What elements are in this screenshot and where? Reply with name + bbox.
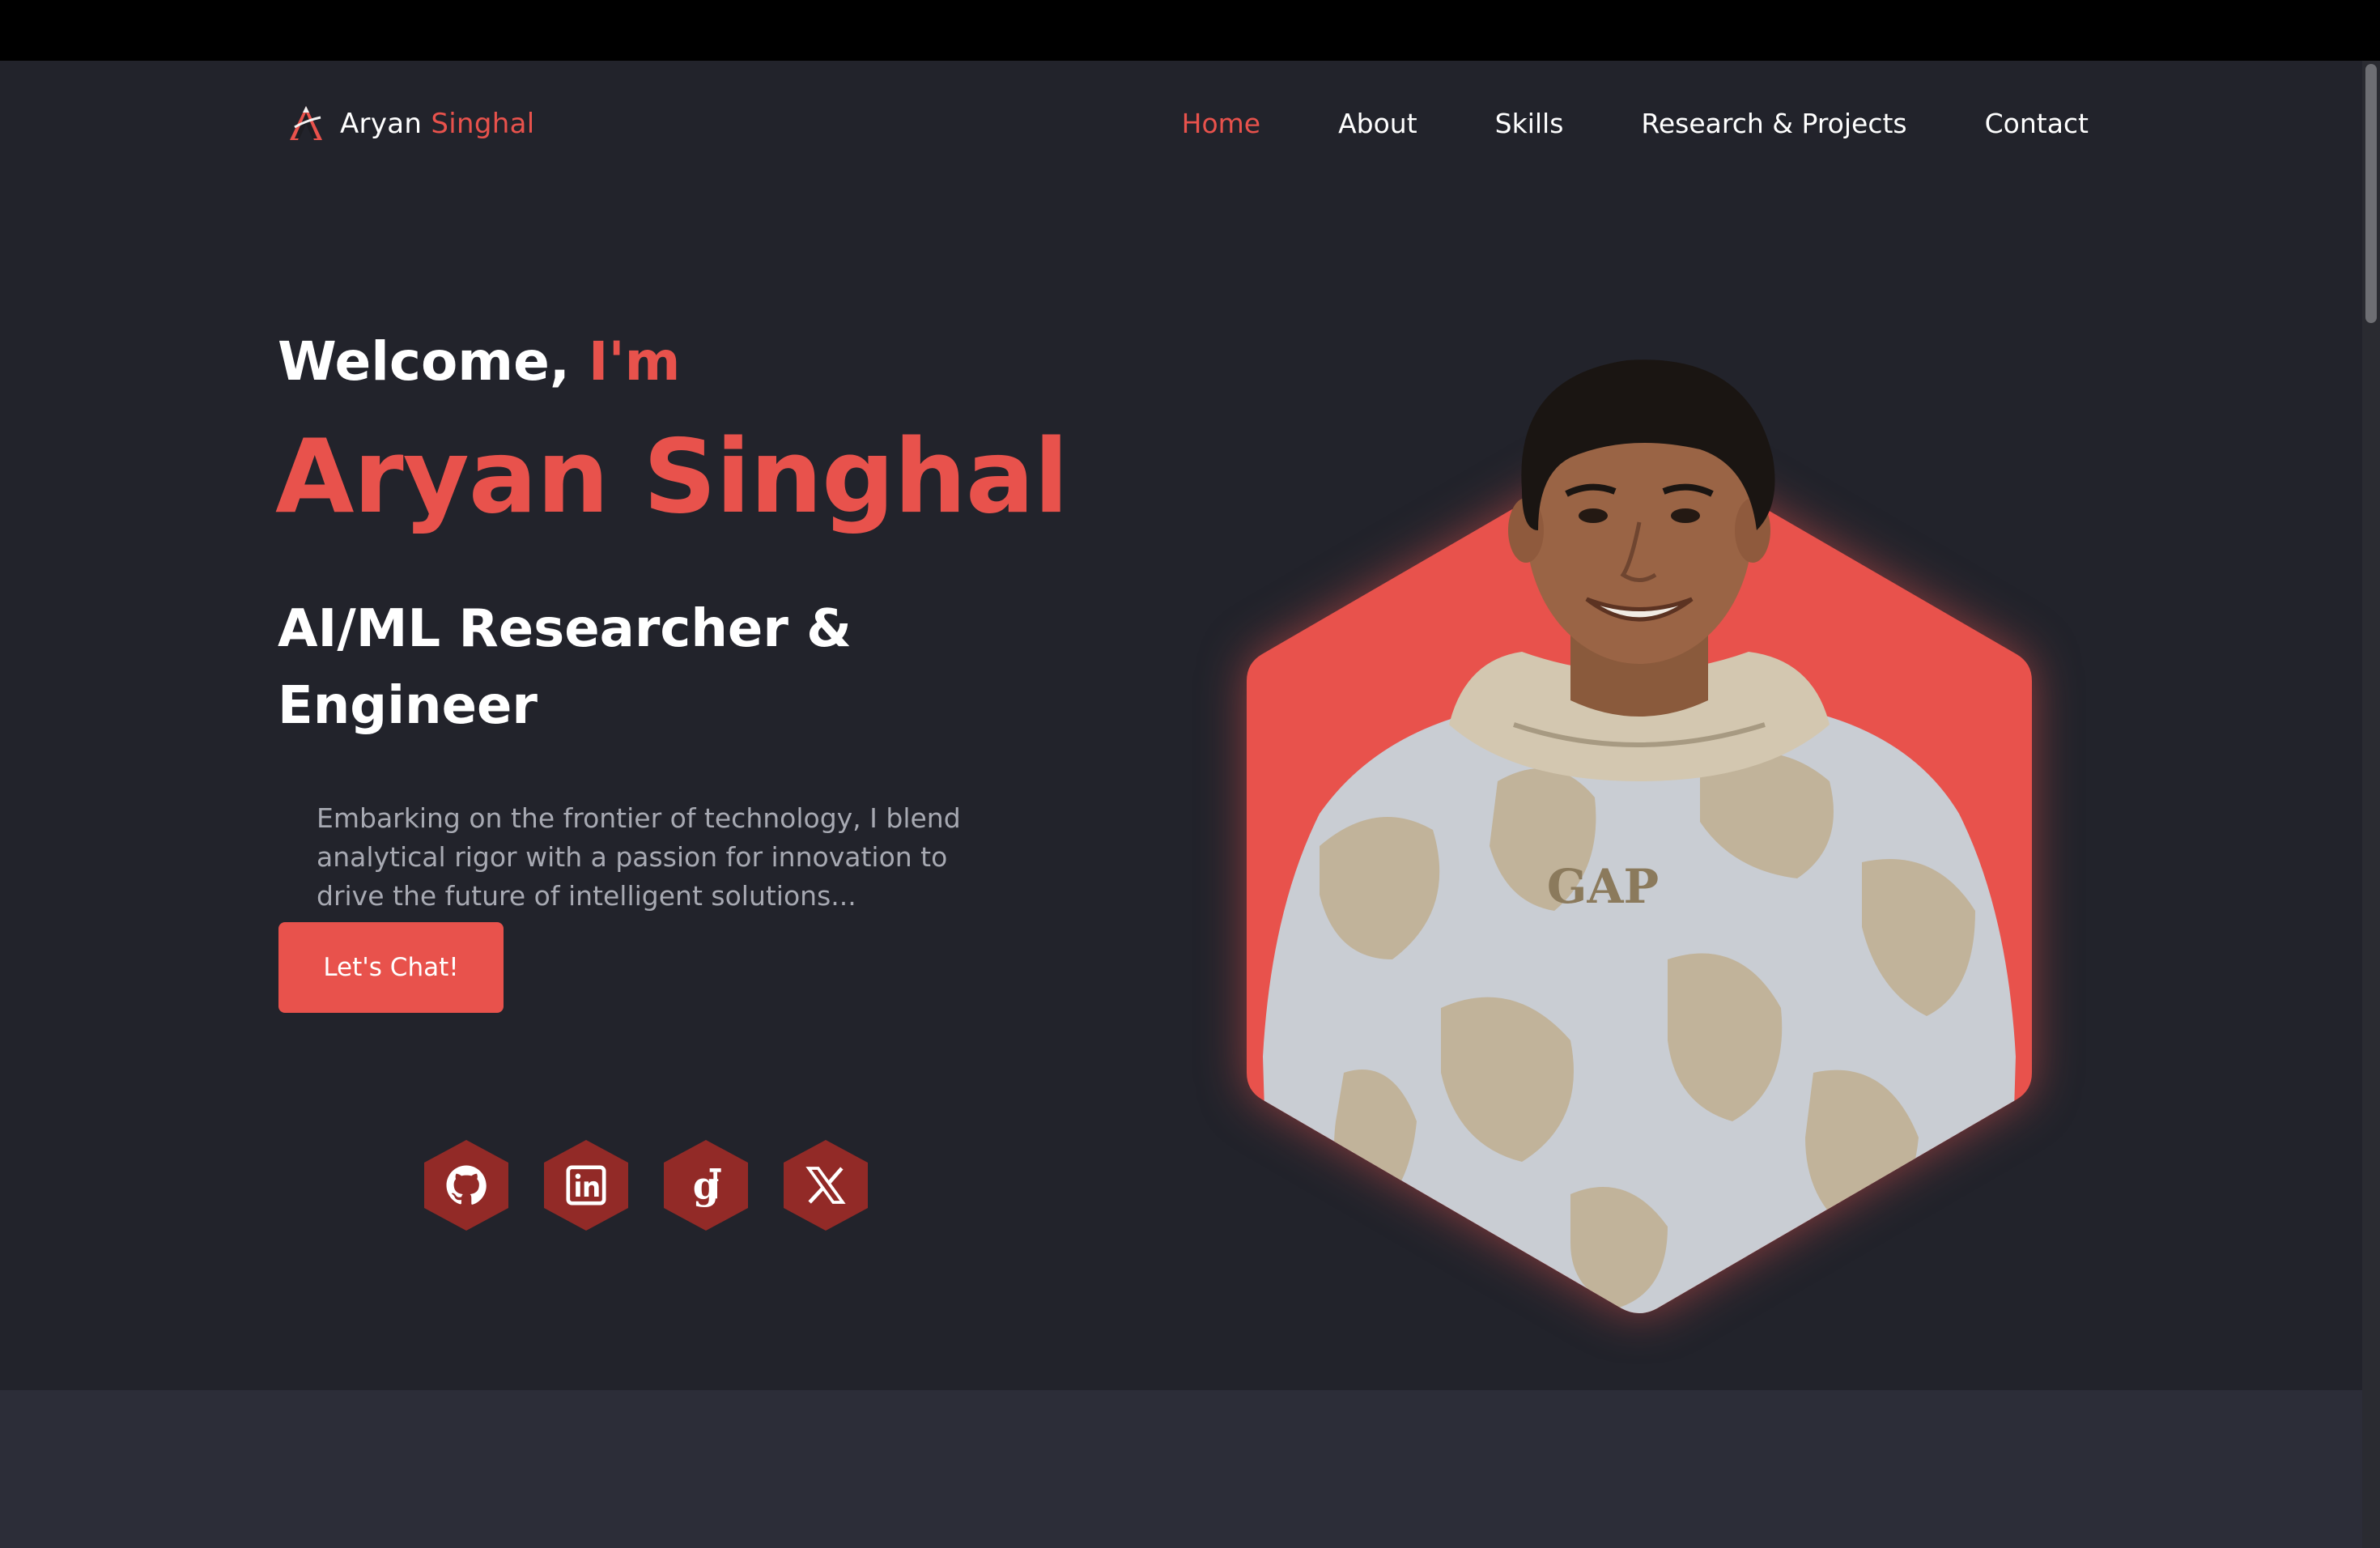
welcome-heading: Welcome, I'm	[278, 330, 680, 393]
brand-last-name: Singhal	[431, 108, 535, 140]
linkedin-icon	[566, 1165, 606, 1206]
next-section	[0, 1390, 2362, 1548]
google-scholar-link[interactable]: g	[664, 1140, 748, 1231]
brand-name: Aryan Singhal	[340, 108, 534, 140]
a-letter-logo-icon	[290, 106, 322, 140]
hero-description: Embarking on the frontier of technology,…	[317, 802, 961, 912]
linkedin-link[interactable]	[544, 1140, 628, 1231]
lets-chat-button[interactable]: Let's Chat!	[278, 922, 504, 1013]
github-icon	[446, 1165, 487, 1205]
scrollbar-thumb[interactable]	[2365, 64, 2377, 323]
x-twitter-icon	[805, 1167, 846, 1204]
nav-research-projects[interactable]: Research & Projects	[1641, 108, 1906, 139]
nav-about[interactable]: About	[1338, 108, 1417, 139]
brand-first-name: Aryan	[340, 108, 423, 140]
page-viewport: Aryan Singhal Home About Skills Research…	[0, 61, 2380, 1548]
x-twitter-link[interactable]	[784, 1140, 868, 1231]
welcome-text: Welcome,	[278, 330, 570, 393]
brand[interactable]: Aryan Singhal	[285, 103, 534, 145]
browser-top-bar	[0, 0, 2380, 61]
shirt-logo-text: GAP	[1547, 859, 1659, 914]
social-links: g	[424, 1140, 868, 1231]
profile-photo: GAP	[1263, 359, 2016, 1313]
nav-skills[interactable]: Skills	[1495, 108, 1564, 139]
hero-name: Aryan Singhal	[275, 417, 1069, 536]
google-scholar-icon: g	[693, 1163, 721, 1208]
nav-contact[interactable]: Contact	[1985, 108, 2089, 139]
main-nav: Home About Skills Research & Projects Co…	[1182, 108, 2089, 139]
hero-role: AI/ML Researcher & Engineer	[278, 599, 852, 736]
scrollbar-track[interactable]	[2362, 61, 2380, 1548]
github-link[interactable]	[424, 1140, 508, 1231]
nav-home[interactable]: Home	[1182, 108, 1260, 139]
welcome-accent: I'm	[588, 330, 681, 393]
